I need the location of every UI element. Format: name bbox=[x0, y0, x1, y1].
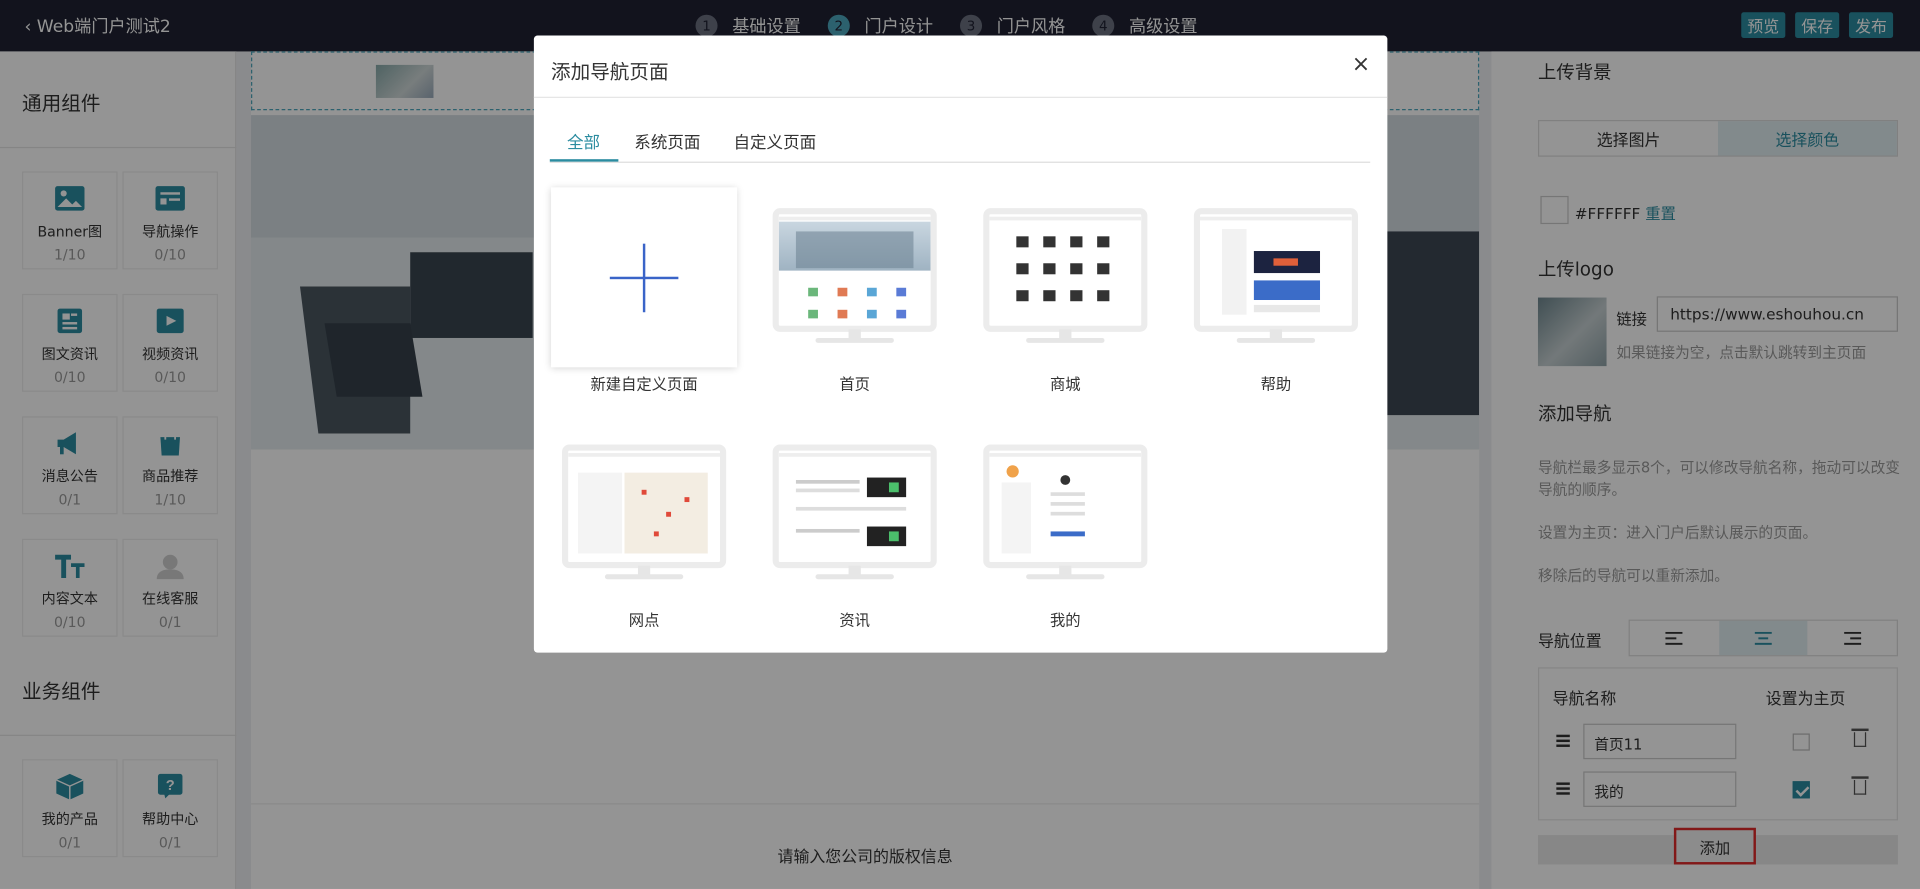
page-card-label: 商城 bbox=[1049, 374, 1081, 394]
monitor-base bbox=[604, 574, 684, 580]
monitor-icon bbox=[1193, 208, 1358, 343]
monitor-icon bbox=[562, 444, 727, 580]
monitor-base bbox=[1236, 337, 1316, 343]
page-preview bbox=[772, 444, 937, 569]
page-card-label: 网点 bbox=[628, 611, 660, 630]
monitor-icon bbox=[983, 208, 1148, 343]
tab-custom-pages[interactable]: 自定义页面 bbox=[733, 129, 816, 153]
monitor-base bbox=[815, 337, 894, 343]
plus-icon-bar bbox=[609, 276, 679, 279]
add-nav-page-dialog: 添加导航页面 × 全部 系统页面 自定义页面 新建自定义页面 首页 商城 帮助 … bbox=[533, 35, 1388, 653]
monitor-icon bbox=[772, 444, 937, 580]
monitor-icon bbox=[772, 208, 937, 343]
page-card-label: 新建自定义页面 bbox=[590, 374, 698, 394]
monitor-base bbox=[1026, 337, 1105, 343]
page-card-label: 首页 bbox=[839, 374, 871, 394]
page-preview bbox=[772, 208, 937, 332]
page-card-label: 资讯 bbox=[839, 611, 871, 630]
monitor-base bbox=[1026, 574, 1105, 580]
page-card-label: 我的 bbox=[1049, 611, 1081, 630]
page-card-label: 帮助 bbox=[1260, 374, 1292, 394]
page-type-tabs: 全部 系统页面 自定义页面 bbox=[549, 125, 1371, 163]
dialog-header: 添加导航页面 × bbox=[533, 36, 1388, 98]
dialog-title: 添加导航页面 bbox=[551, 60, 669, 84]
active-tab-indicator bbox=[549, 159, 619, 162]
monitor-base bbox=[815, 574, 894, 580]
page-preview bbox=[983, 208, 1148, 332]
page-preview bbox=[983, 444, 1148, 569]
new-page-tile[interactable] bbox=[551, 187, 738, 368]
monitor-icon bbox=[983, 444, 1148, 580]
page-preview bbox=[1193, 208, 1358, 332]
close-icon[interactable]: × bbox=[1352, 51, 1370, 77]
tab-system-pages[interactable]: 系统页面 bbox=[634, 129, 700, 153]
page-preview bbox=[562, 444, 727, 569]
tab-all[interactable]: 全部 bbox=[567, 129, 600, 153]
